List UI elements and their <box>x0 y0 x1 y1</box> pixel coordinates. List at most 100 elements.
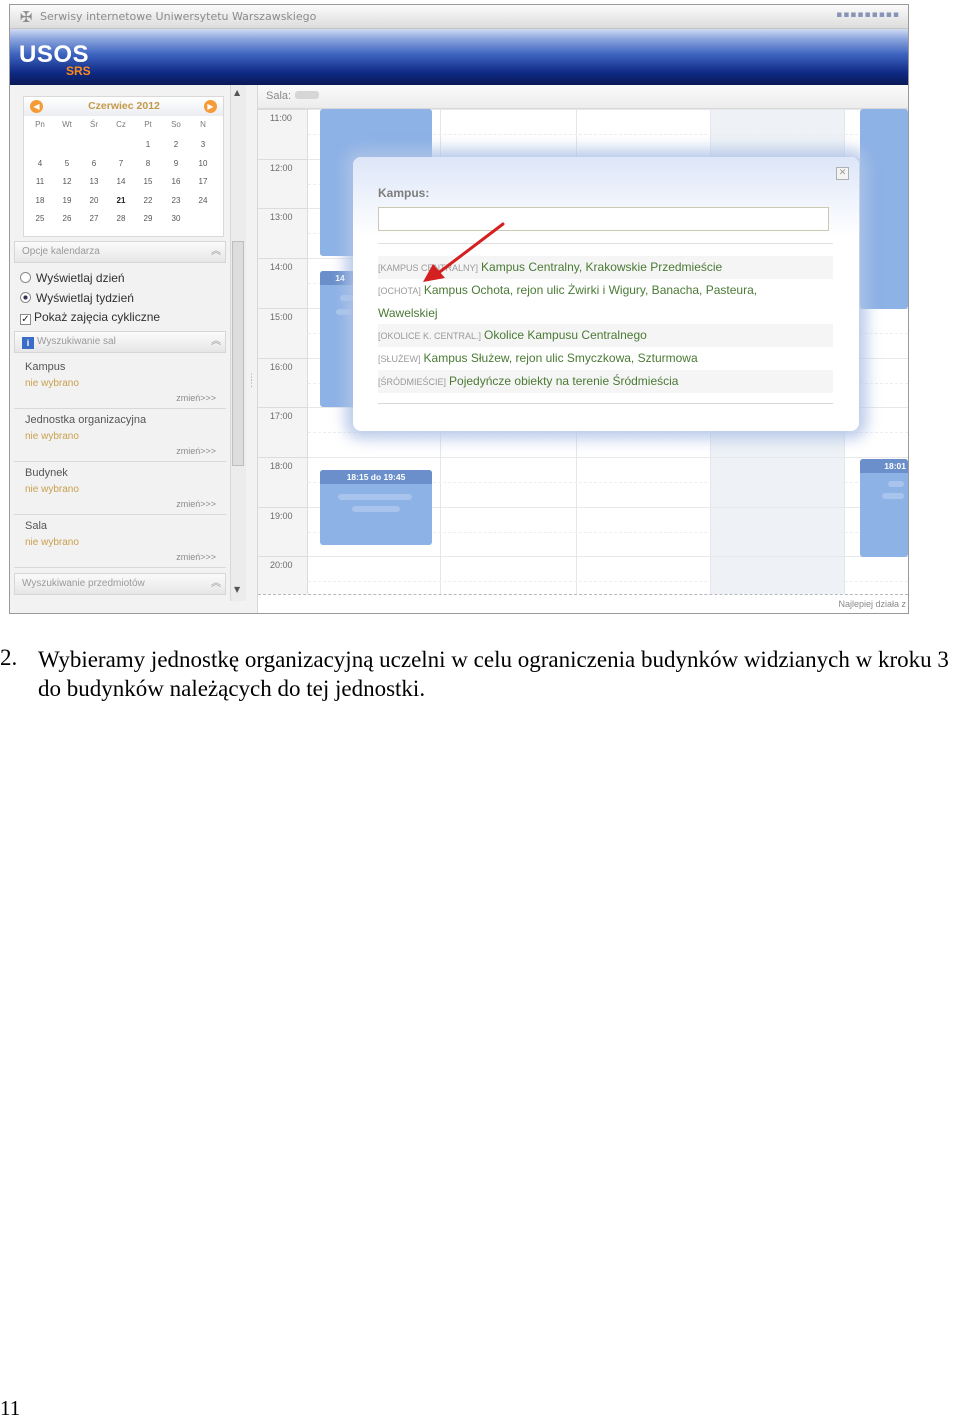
radio-show-week[interactable] <box>20 292 31 303</box>
time-slot-label: 12:00 <box>258 158 308 209</box>
calendar-day[interactable]: 18 <box>27 196 53 205</box>
event-text-blurred <box>888 481 904 487</box>
calendar-day[interactable]: 5 <box>54 159 80 168</box>
calendar-next-month-icon[interactable]: ▶ <box>204 100 217 113</box>
filter-label: Jednostka organizacyjna <box>25 414 147 426</box>
filter-value: nie wybrano <box>25 378 79 389</box>
calendar-day[interactable]: 14 <box>108 177 134 186</box>
calendar-header: ◀ Czerwiec 2012 ▶ <box>24 97 223 116</box>
calendar-day[interactable]: 10 <box>190 159 216 168</box>
calendar-day[interactable]: 3 <box>190 140 216 149</box>
event-block[interactable]: 18:01 <box>860 459 908 557</box>
filter-label: Kampus <box>25 361 66 373</box>
calendar-weekday-header: So <box>171 120 181 129</box>
event-block[interactable] <box>860 109 908 309</box>
calendar-day[interactable]: 21 <box>108 196 134 205</box>
calendar-weekday-header: Pt <box>144 120 152 129</box>
filter-value: nie wybrano <box>25 484 79 495</box>
event-text-blurred <box>340 295 354 301</box>
option-show-day[interactable]: Wyświetlaj dzień <box>20 270 125 286</box>
collapse-chevron-icon[interactable]: ︽ <box>211 332 221 352</box>
collapse-chevron-icon[interactable]: ︽ <box>211 574 221 594</box>
calendar-day[interactable]: 13 <box>81 177 107 186</box>
scroll-down-icon[interactable]: ▼ <box>234 585 240 594</box>
filter-change-link[interactable]: zmień>>> <box>176 499 216 509</box>
option-show-week[interactable]: Wyświetlaj tydzień <box>20 290 134 306</box>
calendar-day[interactable]: 23 <box>163 196 189 205</box>
time-slot-label: 20:00 <box>258 556 308 606</box>
close-icon[interactable]: ✕ <box>836 167 849 180</box>
kampus-option-name: Okolice Kampusu Centralnego <box>484 328 647 342</box>
kampus-option-okolice[interactable]: [OKOLICE K. CENTRAL.] Okolice Kampusu Cen… <box>378 324 833 347</box>
room-search-title: Wyszukiwanie sal <box>37 336 116 347</box>
room-bar: Sala: <box>258 85 908 109</box>
kampus-option-srodmiescie[interactable]: [ŚRÓDMIEŚCIE] Pojedyńcze obiekty na teren… <box>378 370 833 393</box>
calendar-day[interactable]: 1 <box>135 140 161 149</box>
room-filter: Jednostka organizacyjna nie wybrano zmień>… <box>14 410 226 462</box>
calendar-day[interactable]: 9 <box>163 159 189 168</box>
calendar-day[interactable]: 25 <box>27 214 53 223</box>
calendar-day[interactable]: 28 <box>108 214 134 223</box>
calendar-day[interactable]: 11 <box>27 177 53 186</box>
page-number: 11 <box>0 1396 21 1420</box>
event-text-blurred <box>352 506 400 512</box>
calendar-day[interactable]: 22 <box>135 196 161 205</box>
calendar-day[interactable]: 30 <box>163 214 189 223</box>
hour-divider <box>308 456 908 458</box>
title-bar: ✠ Serwisy internetowe Uniwersytetu Warsz… <box>10 5 908 29</box>
calendar-day[interactable]: 29 <box>135 214 161 223</box>
usos-banner: USOS SRS <box>10 29 908 85</box>
calendar-day[interactable]: 6 <box>81 159 107 168</box>
filter-change-link[interactable]: zmień>>> <box>176 393 216 403</box>
calendar-weekday-header: N <box>200 120 206 129</box>
filter-label: Budynek <box>25 467 68 479</box>
scroll-up-icon[interactable]: ▲ <box>234 88 240 97</box>
radio-show-day[interactable] <box>20 272 31 283</box>
calendar-day[interactable]: 24 <box>190 196 216 205</box>
calendar-day[interactable]: 19 <box>54 196 80 205</box>
calendar-month-title: Czerwiec 2012 <box>88 100 160 112</box>
srs-logo: SRS <box>66 64 91 78</box>
filter-value: nie wybrano <box>25 537 79 548</box>
left-panel-scrollbar[interactable]: ▲ ▼ <box>230 85 246 601</box>
calendar-weekday-header: Wt <box>62 120 72 129</box>
calendar-day[interactable]: 2 <box>163 140 189 149</box>
calendar-day[interactable]: 4 <box>27 159 53 168</box>
calendar-weekday-header: Pn <box>35 120 45 129</box>
subject-search-header[interactable]: Wyszukiwanie przedmiotów ︽ <box>14 573 226 595</box>
checkbox-show-cyclic[interactable]: ✓ <box>20 314 31 325</box>
event-time: 18:01 <box>860 459 908 473</box>
time-slot-label: 11:00 <box>258 109 308 159</box>
calendar-day[interactable]: 26 <box>54 214 80 223</box>
option-show-cyclic[interactable]: ✓ Pokaż zajęcia cykliczne <box>20 309 160 325</box>
calendar-day[interactable]: 27 <box>81 214 107 223</box>
filter-value: nie wybrano <box>25 431 79 442</box>
calendar-day[interactable]: 7 <box>108 159 134 168</box>
calendar-weekday-header: Cz <box>116 120 126 129</box>
event-text-blurred <box>336 309 352 315</box>
kampus-option-code: [ŚRÓDMIEŚCIE] <box>378 377 447 387</box>
option-show-week-label: Wyświetlaj tydzień <box>36 291 134 305</box>
panel-splitter-handle[interactable]: ⋮ ⋮ <box>247 374 256 389</box>
calendar-day[interactable]: 12 <box>54 177 80 186</box>
calendar-prev-month-icon[interactable]: ◀ <box>30 100 43 113</box>
info-icon: i <box>22 337 34 349</box>
scrollbar-thumb[interactable] <box>232 241 244 466</box>
room-search-header[interactable]: i Wyszukiwanie sal ︽ <box>14 331 226 353</box>
calendar-day[interactable]: 15 <box>135 177 161 186</box>
calendar-day[interactable]: 8 <box>135 159 161 168</box>
filter-change-link[interactable]: zmień>>> <box>176 552 216 562</box>
time-slot-label: 13:00 <box>258 208 308 258</box>
kampus-option-sluzew[interactable]: [SŁUŻEW] Kampus Służew, rejon ulic Smyczk… <box>378 347 833 370</box>
filter-label: Sala <box>25 520 48 532</box>
calendar-day[interactable]: 17 <box>190 177 216 186</box>
mini-calendar: ◀ Czerwiec 2012 ▶ Pn Wt Śr Cz Pt So N 1 2 3 4 5 6 7 8 9… <box>23 96 224 237</box>
calendar-options-header[interactable]: Opcje kalendarza ︽ <box>14 241 226 263</box>
filter-change-link[interactable]: zmień>>> <box>176 446 216 456</box>
collapse-chevron-icon[interactable]: ︽ <box>211 242 221 262</box>
calendar-day[interactable]: 16 <box>163 177 189 186</box>
event-time: 18:15 do 19:45 <box>320 470 432 484</box>
calendar-day[interactable]: 20 <box>81 196 107 205</box>
kampus-option-code: [OKOLICE K. CENTRAL.] <box>378 331 482 341</box>
event-block[interactable]: 18:15 do 19:45 <box>320 470 432 545</box>
